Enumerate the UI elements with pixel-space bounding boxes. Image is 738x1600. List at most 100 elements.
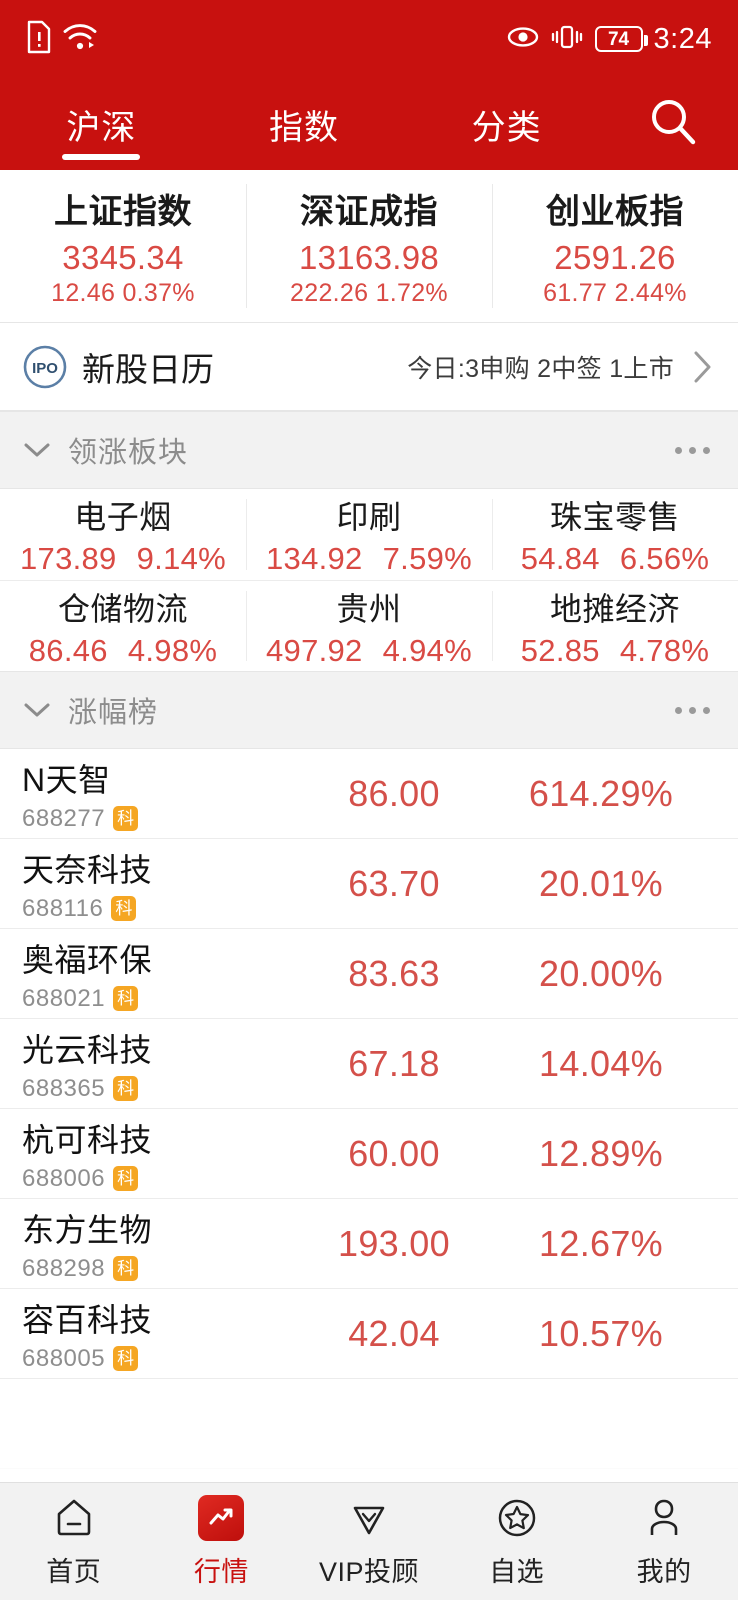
nav-item-quotes[interactable]: 行情 — [148, 1494, 296, 1589]
sector-tile[interactable]: 电子烟 173.89 9.14% — [0, 489, 246, 580]
ipo-title: 新股日历 — [82, 350, 214, 388]
app-screen: 74 3:24 沪深 指数 分类 上证指数 3345.34 12.46 0.37… — [0, 0, 738, 1600]
ipo-calendar-row[interactable]: IPO 新股日历 今日:3申购 2中签 1上市 — [0, 323, 738, 411]
more-icon[interactable] — [675, 446, 716, 454]
sector-price: 52.85 — [520, 632, 600, 668]
sector-price: 497.92 — [265, 632, 363, 668]
table-row[interactable]: N天智 688277 科 86.00 614.29% — [0, 749, 738, 839]
table-row[interactable]: 杭可科技 688006 科 60.00 12.89% — [0, 1109, 738, 1199]
sector-values: 134.92 7.59% — [266, 541, 472, 577]
sector-pct: 6.56% — [619, 541, 710, 576]
index-change: 222.26 1.72% — [290, 279, 448, 307]
stock-identity: 杭可科技 688006 科 — [22, 1115, 322, 1193]
ipo-icon: IPO — [22, 344, 68, 390]
sector-tile[interactable]: 地摊经济 52.85 4.78% — [492, 581, 738, 671]
stock-code-wrap: 688365 科 — [22, 1075, 322, 1103]
status-badge: 科 — [111, 896, 137, 921]
index-card-shenzhen[interactable]: 深证成指 13163.98 222.26 1.72% — [246, 170, 492, 322]
status-badge: 科 — [113, 986, 139, 1011]
index-card-chinext[interactable]: 创业板指 2591.26 61.77 2.44% — [492, 170, 738, 322]
index-card-shanghai[interactable]: 上证指数 3345.34 12.46 0.37% — [0, 170, 246, 322]
nav-item-quotes-label: 行情 — [193, 1556, 249, 1587]
table-row[interactable]: 天奈科技 688116 科 63.70 20.01% — [0, 839, 738, 929]
eye-icon — [507, 26, 539, 53]
stock-code: 688277 — [22, 804, 106, 832]
table-row[interactable]: 光云科技 688365 科 67.18 14.04% — [0, 1019, 738, 1109]
sector-name: 电子烟 — [74, 499, 172, 535]
table-row-partial[interactable] — [0, 1379, 738, 1469]
status-badge: 科 — [113, 1346, 139, 1371]
tab-hushen[interactable]: 沪深 — [0, 78, 203, 170]
nav-item-watchlist[interactable]: 自选 — [443, 1495, 591, 1589]
sector-name: 贵州 — [336, 590, 402, 627]
nav-item-profile[interactable]: 我的 — [590, 1495, 738, 1589]
vibrate-icon — [550, 23, 584, 56]
sector-values: 54.84 6.56% — [521, 541, 709, 577]
nav-item-profile-label: 我的 — [636, 1556, 692, 1587]
index-name: 深证成指 — [300, 193, 438, 231]
stock-identity: 光云科技 688365 科 — [22, 1025, 322, 1103]
stock-identity: 容百科技 688005 科 — [22, 1295, 322, 1373]
stock-price: 63.70 — [348, 862, 440, 904]
stock-code-wrap: 688005 科 — [22, 1345, 322, 1373]
sector-price: 134.92 — [265, 541, 363, 576]
index-value: 2591.26 — [554, 239, 676, 276]
sim-alert-icon — [26, 20, 52, 59]
stock-code: 688021 — [22, 984, 106, 1012]
more-icon[interactable] — [675, 706, 716, 714]
index-change: 61.77 2.44% — [543, 279, 687, 307]
table-row[interactable]: 奥福环保 688021 科 83.63 20.00% — [0, 929, 738, 1019]
sector-tile[interactable]: 印刷 134.92 7.59% — [246, 489, 492, 580]
stock-name: 奥福环保 — [22, 941, 153, 978]
battery-icon: 74 — [594, 26, 648, 52]
table-row[interactable]: 东方生物 688298 科 193.00 12.67% — [0, 1199, 738, 1289]
sector-grid: 电子烟 173.89 9.14% 印刷 134.92 7.59% 珠宝零售 54… — [0, 489, 738, 671]
person-icon — [641, 1495, 687, 1541]
gainers-list[interactable]: N天智 688277 科 86.00 614.29% 天奈科技 688116 科… — [0, 749, 738, 1482]
top-tab-bar: 沪深 指数 分类 — [0, 78, 738, 170]
tab-list: 沪深 指数 分类 — [0, 78, 608, 170]
sector-name: 印刷 — [336, 499, 402, 535]
sector-tile[interactable]: 珠宝零售 54.84 6.56% — [492, 489, 738, 580]
bottom-navigation: 首页 行情 VIP投顾 自选 我的 — [0, 1482, 738, 1600]
star-icon — [494, 1495, 540, 1541]
tab-zhishu[interactable]: 指数 — [203, 78, 406, 170]
stock-change-pct: 20.01% — [539, 862, 663, 904]
wifi-icon — [62, 22, 98, 57]
nav-item-vip-label: VIP投顾 — [318, 1556, 419, 1587]
sector-pct: 4.78% — [619, 632, 710, 668]
sector-values: 86.46 4.98% — [29, 633, 217, 669]
stock-identity: 东方生物 688298 科 — [22, 1205, 322, 1283]
table-row[interactable]: 容百科技 688005 科 42.04 10.57% — [0, 1289, 738, 1379]
stock-code-wrap: 688298 科 — [22, 1255, 322, 1283]
stock-price: 86.00 — [348, 772, 440, 814]
section-title: 领涨板块 — [68, 437, 189, 469]
status-bar-clock: 3:24 — [653, 22, 712, 55]
status-bar-left — [26, 20, 98, 59]
stock-price: 83.63 — [348, 952, 440, 994]
nav-item-home[interactable]: 首页 — [0, 1495, 148, 1589]
tab-hushen-label: 沪深 — [66, 108, 137, 147]
sector-pct: 4.94% — [382, 632, 473, 668]
sector-pct: 9.14% — [136, 541, 227, 576]
tab-fenlei-label: 分类 — [471, 108, 542, 147]
section-header-sectors[interactable]: 领涨板块 — [0, 411, 738, 489]
sector-tile[interactable]: 仓储物流 86.46 4.98% — [0, 581, 246, 671]
stock-change-pct: 10.57% — [539, 1312, 663, 1354]
quotes-icon — [198, 1494, 245, 1541]
sector-price: 54.84 — [520, 541, 600, 576]
section-header-gainers[interactable]: 涨幅榜 — [0, 671, 738, 749]
tab-fenlei[interactable]: 分类 — [405, 78, 608, 170]
stock-name: 东方生物 — [22, 1211, 153, 1248]
home-icon — [51, 1495, 97, 1541]
sector-tile[interactable]: 贵州 497.92 4.94% — [246, 581, 492, 671]
chevron-down-icon[interactable] — [22, 700, 52, 720]
sector-pct: 4.98% — [127, 632, 218, 668]
stock-code-wrap: 688006 科 — [22, 1165, 322, 1193]
battery-level: 74 — [607, 28, 630, 50]
index-value: 3345.34 — [62, 239, 184, 276]
nav-item-vip[interactable]: VIP投顾 — [295, 1495, 443, 1589]
search-button[interactable] — [608, 78, 738, 170]
tab-zhishu-label: 指数 — [269, 108, 339, 147]
chevron-down-icon[interactable] — [22, 440, 52, 460]
